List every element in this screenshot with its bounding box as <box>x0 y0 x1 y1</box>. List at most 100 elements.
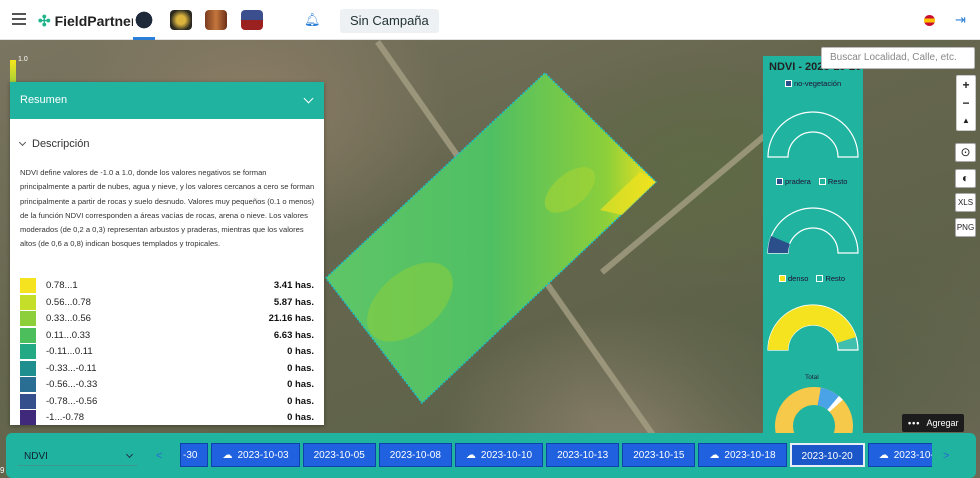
summary-header[interactable]: Resumen <box>10 82 324 119</box>
spain-flag-icon[interactable] <box>924 15 935 26</box>
contrast-icon[interactable]: ◐ <box>955 169 976 188</box>
gauge1-legend: no-vegetación <box>785 79 841 88</box>
legend-swatch <box>779 275 786 282</box>
date-button[interactable]: ☁ 2023-10-10 <box>454 443 544 467</box>
description-text: NDVI define valores de -1.0 a 1.0, donde… <box>20 168 315 249</box>
legend-row: 0.78...1 3.41 has. <box>20 277 314 294</box>
legend-swatch <box>818 178 826 185</box>
legend-swatch <box>785 80 792 87</box>
logout-icon[interactable]: ⇥ <box>955 12 966 28</box>
north-arrow-button[interactable]: ▲ <box>957 112 975 130</box>
legend-swatch <box>20 327 36 343</box>
gauge-no-vegetation <box>767 111 859 158</box>
legend-row: -1...-0.78 0 has. <box>20 409 314 426</box>
location-search-input[interactable]: Buscar Localidad, Calle, etc. <box>821 47 975 69</box>
app-logo[interactable]: ✣ FieldPartner <box>38 12 136 30</box>
locate-icon[interactable]: ⊙ <box>955 143 976 162</box>
summary-title: Resumen <box>20 94 68 106</box>
date-button[interactable]: 2023-10-08 <box>378 443 452 467</box>
date-button[interactable]: 2023-10-20 <box>789 443 865 467</box>
png-export-button[interactable]: PNG <box>955 218 976 237</box>
bell-icon[interactable]: 🔔︎ <box>304 12 321 28</box>
legend-range: -0.11...0.11 <box>46 346 93 357</box>
date-list: -30 ☁ 2023-10-03 2023-10-05 2023-10-08 ☁ 2023-… <box>180 443 932 468</box>
description-title: Descripción <box>32 138 90 150</box>
date-label: 2023-10-18 <box>724 450 776 461</box>
legend-range: -0.33...-0.11 <box>46 362 97 374</box>
date-label: 2023-10-15 <box>633 450 685 461</box>
date-label: 2023-10-05 <box>313 450 365 461</box>
legend-area: 21.16 has. <box>268 313 314 324</box>
app-shortcut-3-icon[interactable] <box>205 10 227 30</box>
top-bar: ✣ FieldPartner 🔔︎ Sin Campaña ⇥ <box>0 0 980 40</box>
legend-swatch <box>20 377 36 392</box>
gauge3-label1: denso <box>788 274 809 283</box>
legend-swatch <box>20 410 36 425</box>
layer-select[interactable]: NDVI <box>18 448 138 466</box>
dots-icon: ••• <box>908 418 921 428</box>
xls-export-button[interactable]: XLS <box>955 193 976 212</box>
app-shortcut-2-icon[interactable] <box>170 10 192 30</box>
next-dates-button[interactable]: > <box>943 450 949 462</box>
legend-swatch <box>20 393 36 409</box>
legend-swatch <box>20 278 36 293</box>
ndvi-scale-max-label: 1.0 <box>18 56 28 63</box>
description-toggle[interactable]: Descripción <box>18 138 90 150</box>
menu-icon[interactable] <box>12 13 26 25</box>
date-button[interactable]: 2023-10-05 <box>302 443 376 467</box>
legend-range: -0.78...-0.56 <box>46 395 98 407</box>
legend-swatch <box>20 311 36 326</box>
summary-panel: Resumen Descripción NDVI define valores … <box>10 82 324 425</box>
date-label: -30 <box>183 450 198 461</box>
legend-row: -0.78...-0.56 0 has. <box>20 393 314 410</box>
date-button[interactable]: ☁ 2023-10-03 <box>211 443 300 467</box>
app-name: FieldPartner <box>54 13 137 29</box>
date-button[interactable]: 2023-10-13 <box>546 443 620 467</box>
legend-swatch <box>20 344 36 359</box>
add-button[interactable]: ••• Agregar <box>902 414 965 432</box>
zoom-controls: + − ▲ <box>956 75 976 131</box>
date-label: 2023-10-03 <box>237 450 289 461</box>
legend-swatch <box>776 178 783 185</box>
add-button-label: Agregar <box>926 418 959 428</box>
chevron-down-icon <box>125 450 134 459</box>
cloud-icon: ☁ <box>222 450 233 461</box>
legend-area: 6.63 has. <box>273 329 314 341</box>
legend-row: -0.11...0.11 0 has. <box>20 343 314 360</box>
fieldpartner-logo-icon: ✣ <box>38 13 51 30</box>
gauge3-label2: Resto <box>825 274 846 283</box>
gauge2-label1: pradera <box>785 177 811 186</box>
app-shortcut-1-icon[interactable] <box>133 10 155 30</box>
legend-row: 0.11...0.33 6.63 has. <box>20 327 314 344</box>
chevron-down-icon <box>303 93 314 104</box>
zoom-out-button[interactable]: − <box>957 94 975 112</box>
total-label: Total <box>805 374 819 381</box>
campaign-button[interactable]: Sin Campaña <box>340 9 439 33</box>
zoom-in-button[interactable]: + <box>957 76 975 94</box>
gauge-pradera <box>767 207 859 254</box>
legend-area: 0 has. <box>287 362 314 374</box>
app-shortcut-4-icon[interactable] <box>241 10 263 30</box>
legend-range: 0.78...1 <box>46 280 78 291</box>
gauge-denso <box>767 304 859 351</box>
date-button[interactable]: ☁ 2023-10-23 <box>867 443 932 467</box>
legend-area: 0 has. <box>287 346 314 357</box>
date-timeline-bar: NDVI < -30 ☁ 2023-10-03 2023-10-05 2023-10-0… <box>6 433 976 478</box>
legend-range: -1...-0.78 <box>46 412 85 423</box>
ndvi-legend: 0.78...1 3.41 has. 0.56...0.78 5.87 has. 0.3… <box>20 277 314 426</box>
legend-area: 0 has. <box>287 412 314 423</box>
date-button[interactable]: -30 <box>180 443 209 467</box>
date-button[interactable]: 2023-10-15 <box>622 443 696 467</box>
gauge2-legend: pradera Resto <box>776 177 847 186</box>
legend-swatch <box>20 294 36 310</box>
legend-swatch <box>20 360 36 376</box>
date-button[interactable]: ☁ 2023-10-18 <box>698 443 787 467</box>
legend-area: 3.41 has. <box>273 280 314 291</box>
legend-row: 0.33...0.56 21.16 has. <box>20 310 314 327</box>
cloud-icon: ☁ <box>709 450 720 461</box>
legend-row: 0.56...0.78 5.87 has. <box>20 294 314 311</box>
gauge3-legend: denso Resto <box>779 274 845 283</box>
date-label: 2023-10-10 <box>480 450 533 461</box>
legend-range: 0.11...0.33 <box>46 329 91 341</box>
previous-dates-button[interactable]: < <box>156 450 162 462</box>
